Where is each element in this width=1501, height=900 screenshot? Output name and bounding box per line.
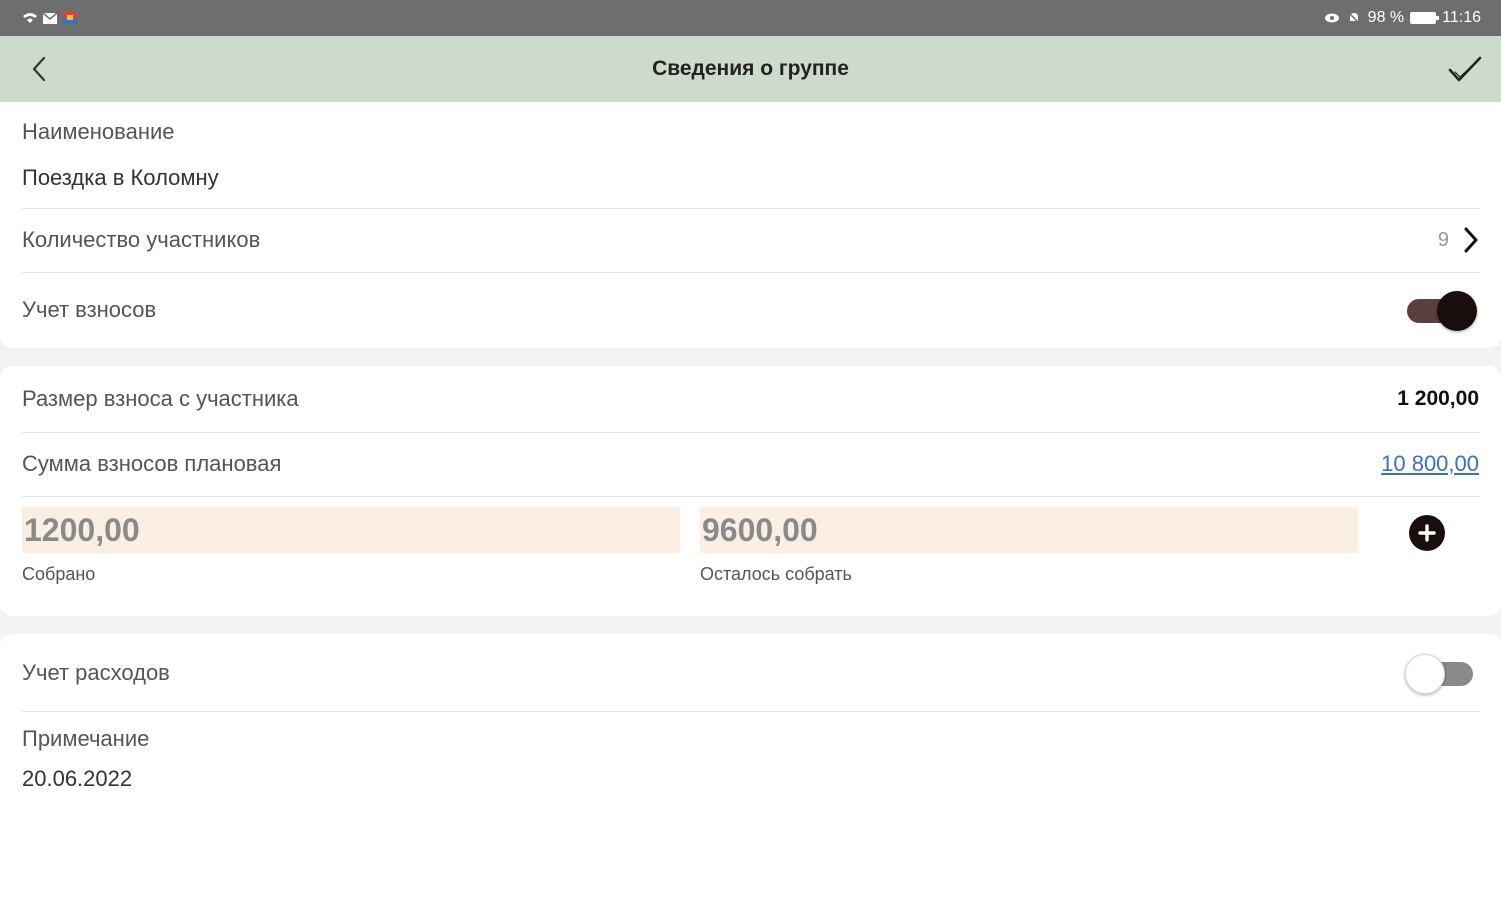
status-bar-left xyxy=(22,11,78,25)
app-bar: Сведения о группе xyxy=(0,36,1501,102)
expenses-toggle[interactable] xyxy=(1405,652,1479,694)
clock: 11:16 xyxy=(1442,9,1481,26)
mail-icon xyxy=(42,12,58,24)
note-row[interactable]: Примечание 20.06.2022 xyxy=(22,711,1479,807)
note-value[interactable]: 20.06.2022 xyxy=(22,766,132,792)
fee-value[interactable]: 1 200,00 xyxy=(1397,387,1479,411)
back-button[interactable] xyxy=(22,52,56,86)
collected-label: Собрано xyxy=(22,564,96,584)
bell-off-icon xyxy=(1347,11,1361,25)
planned-value-link[interactable]: 10 800,00 xyxy=(1381,451,1479,477)
toggle-knob xyxy=(1405,653,1445,694)
check-icon xyxy=(1448,56,1482,82)
chevron-right-icon[interactable] xyxy=(1463,227,1479,253)
participants-count: 9 xyxy=(1437,228,1449,251)
remaining-label: Осталось собрать xyxy=(700,564,852,584)
chevron-left-icon xyxy=(32,56,46,82)
planned-label: Сумма взносов плановая xyxy=(22,451,282,476)
fee-row[interactable]: Размер взноса с участника 1 200,00 xyxy=(22,366,1479,433)
plus-circle-icon xyxy=(1418,524,1436,542)
remaining-field[interactable]: 9600,00 xyxy=(700,507,1358,553)
expenses-card: Учет расходов Примечание 20.06.2022 xyxy=(0,634,1501,900)
participants-value: 9 xyxy=(1438,227,1479,253)
participants-label: Количество участников xyxy=(22,227,261,252)
battery-icon xyxy=(1410,12,1440,24)
participants-row[interactable]: Количество участников 9 xyxy=(22,208,1479,273)
expenses-toggle-row: Учет расходов xyxy=(22,634,1479,712)
status-bar: 98 % 11:16 xyxy=(0,0,1501,36)
contributions-label: Учет взносов xyxy=(22,297,157,322)
name-label: Наименование xyxy=(22,119,175,144)
contributions-card: Размер взноса с участника 1 200,00 Сумма… xyxy=(0,366,1501,616)
fee-label: Размер взноса с участника xyxy=(22,386,299,411)
group-info-card: Наименование Поездка в Коломну Количеств… xyxy=(0,102,1501,348)
name-row[interactable]: Наименование Поездка в Коломну xyxy=(22,102,1479,209)
collected-field[interactable]: 1200,00 xyxy=(22,507,680,553)
expenses-label: Учет расходов xyxy=(22,659,170,685)
note-label: Примечание xyxy=(22,726,150,751)
status-bar-right: 98 % 11:16 xyxy=(1324,9,1481,27)
page-title: Сведения о группе xyxy=(652,57,849,80)
add-contribution-button[interactable] xyxy=(1409,515,1445,551)
name-value[interactable]: Поездка в Коломну xyxy=(22,165,219,191)
battery-percent: 98 % xyxy=(1367,9,1405,26)
notification-app-icon xyxy=(63,12,77,24)
toggle-knob xyxy=(1437,291,1477,331)
save-button[interactable] xyxy=(1445,50,1485,90)
eye-icon xyxy=(1324,13,1339,23)
wifi-icon xyxy=(23,13,37,23)
planned-row: Сумма взносов плановая 10 800,00 xyxy=(22,432,1479,497)
contributions-toggle-row: Учет взносов xyxy=(22,272,1479,348)
contributions-toggle[interactable] xyxy=(1405,289,1479,331)
